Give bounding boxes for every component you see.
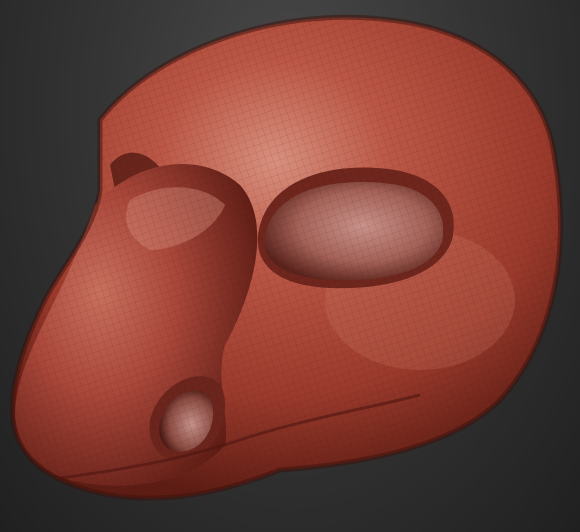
- wireframe-overlay: [12, 17, 561, 499]
- sculpt-model: [9, 14, 563, 501]
- render-viewport[interactable]: [0, 0, 580, 532]
